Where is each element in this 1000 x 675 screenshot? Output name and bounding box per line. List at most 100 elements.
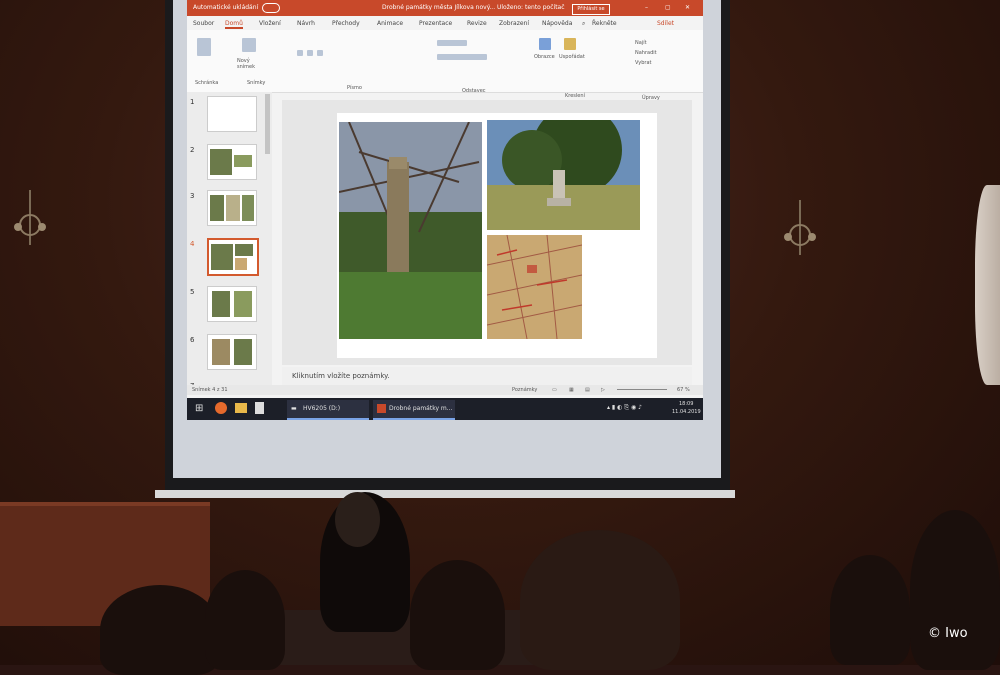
windows-start-icon[interactable]: ⊞ — [195, 403, 203, 414]
thumbnail-scrollbar[interactable] — [265, 94, 270, 154]
tab-slideshow[interactable]: Prezentace — [419, 20, 452, 27]
powerpoint-window: Automatické ukládání Drobné památky měst… — [187, 0, 703, 420]
presenter-head — [335, 492, 380, 547]
slide-thumbnail-2[interactable] — [207, 144, 257, 180]
photo-stone-monument[interactable] — [487, 120, 640, 230]
taskbar-powerpoint[interactable]: Drobné památky m... — [373, 400, 455, 420]
powerpoint-icon — [377, 404, 386, 413]
bold-icon[interactable] — [297, 50, 303, 56]
new-slide-label[interactable]: Nový snímek — [237, 58, 261, 70]
group-font: Písmo — [347, 85, 362, 91]
group-slides: Snímky — [247, 80, 266, 86]
firefox-icon[interactable] — [215, 402, 227, 414]
thumb-number: 4 — [190, 240, 195, 248]
tab-file[interactable]: Soubor — [193, 20, 214, 27]
tab-view[interactable]: Zobrazení — [499, 20, 529, 27]
current-slide[interactable] — [337, 113, 657, 358]
wall-lamp-left — [10, 185, 50, 255]
reading-view-icon[interactable]: ▤ — [585, 387, 590, 393]
minimize-icon[interactable]: – — [645, 4, 648, 11]
arrange-icon[interactable] — [564, 38, 576, 50]
tab-insert[interactable]: Vložení — [259, 20, 281, 27]
underline-icon[interactable] — [317, 50, 323, 56]
ribbon-tabs: Soubor Domů Vložení Návrh Přechody Anima… — [187, 16, 703, 30]
tab-transitions[interactable]: Přechody — [332, 20, 360, 27]
align-icon[interactable] — [437, 54, 487, 60]
tab-review[interactable]: Revize — [467, 20, 487, 27]
slide-thumbnail-4[interactable] — [207, 238, 259, 276]
group-drawing: Kreslení — [565, 93, 585, 99]
sign-in-button[interactable]: Přihlásit se — [572, 4, 610, 15]
autosave-label: Automatické ukládání — [193, 4, 259, 11]
tab-design[interactable]: Návrh — [297, 20, 315, 27]
projection-screen: Automatické ukládání Drobné památky měst… — [173, 0, 721, 478]
arrange-label[interactable]: Uspořádat — [559, 54, 585, 60]
screen-bottom-bar — [155, 490, 735, 498]
ribbon: Nový snímek Obrazce Uspořádat Najít Nahr… — [187, 30, 703, 101]
new-slide-icon[interactable] — [242, 38, 256, 52]
notes-placeholder: Kliknutím vložíte poznámky. — [292, 372, 390, 380]
copyright-watermark: © Iwo — [928, 626, 968, 641]
clock-time[interactable]: 18:09 — [679, 401, 693, 407]
shapes-icon[interactable] — [539, 38, 551, 50]
notes-button[interactable]: Poznámky — [512, 387, 537, 393]
share-label[interactable]: Sdílet — [657, 20, 674, 27]
windows-taskbar: ⊞ ▬ HV6205 (D:) Drobné památky m... ▴ ▮ … — [187, 398, 703, 420]
tab-help[interactable]: Nápověda — [542, 20, 572, 27]
slide-thumbnail-5[interactable] — [207, 286, 257, 322]
tab-tell-me[interactable]: Řekněte — [592, 20, 617, 27]
audience-head — [520, 530, 680, 670]
tab-animations[interactable]: Animace — [377, 20, 403, 27]
zoom-slider[interactable] — [617, 389, 667, 390]
document-icon[interactable] — [255, 402, 264, 414]
thumb-number: 5 — [190, 288, 195, 296]
sorter-view-icon[interactable]: ▦ — [569, 387, 574, 393]
audience-head — [910, 510, 1000, 670]
slide-thumbnail-pane: 1 2 3 4 5 6 7 — [187, 92, 272, 392]
group-paragraph: Odstavec — [462, 88, 486, 94]
normal-view-icon[interactable]: ▭ — [552, 387, 557, 393]
search-icon[interactable]: ⌕ — [582, 20, 585, 28]
notes-pane[interactable]: Kliknutím vložíte poznámky. — [282, 367, 692, 385]
photo-cross-in-bushes[interactable] — [339, 122, 482, 339]
saved-state: Uloženo: tento počítač — [497, 4, 565, 11]
drive-icon: ▬ — [291, 405, 297, 412]
audience-head — [205, 570, 285, 670]
file-explorer-icon[interactable] — [235, 403, 247, 413]
group-clipboard: Schránka — [195, 80, 219, 86]
slide-thumbnail-6[interactable] — [207, 334, 257, 370]
find-label[interactable]: Najít — [635, 40, 647, 46]
audience-head — [410, 560, 505, 670]
audience-head — [830, 555, 910, 665]
clock-date[interactable]: 11.04.2019 — [672, 409, 701, 415]
doc-title: Drobné památky města Jílkova nový... — [382, 4, 496, 11]
slide-thumbnail-3[interactable] — [207, 190, 257, 226]
statue — [975, 185, 1000, 385]
photo-cadastral-map[interactable] — [487, 235, 582, 339]
replace-label[interactable]: Nahradit — [635, 50, 657, 56]
status-bar: Snímek 4 z 31 Poznámky ▭ ▦ ▤ ▷ 67 % — [187, 385, 703, 395]
maximize-icon[interactable]: ▢ — [665, 4, 671, 11]
shapes-label[interactable]: Obrazce — [534, 54, 555, 60]
slide-counter: Snímek 4 z 31 — [192, 387, 228, 393]
wall-lamp-right — [780, 195, 820, 265]
tab-home[interactable]: Domů — [225, 20, 243, 29]
bullets-icon[interactable] — [437, 40, 467, 46]
zoom-level[interactable]: 67 % — [677, 387, 690, 393]
title-bar: Automatické ukládání Drobné památky měst… — [187, 0, 703, 16]
thumb-number: 2 — [190, 146, 195, 154]
thumb-number: 1 — [190, 98, 195, 106]
thumb-number: 3 — [190, 192, 195, 200]
tray-icons[interactable]: ▴ ▮ ◐ ⎘ ◉ ♪ — [607, 404, 642, 412]
drive-label: HV6205 (D:) — [303, 405, 341, 412]
slide-thumbnail-1[interactable] — [207, 96, 257, 132]
slideshow-icon[interactable]: ▷ — [601, 387, 605, 393]
italic-icon[interactable] — [307, 50, 313, 56]
paste-icon[interactable] — [197, 38, 211, 56]
powerpoint-label: Drobné památky m... — [389, 405, 453, 412]
taskbar-drive[interactable]: ▬ HV6205 (D:) — [287, 400, 369, 420]
close-icon[interactable]: ✕ — [685, 4, 690, 11]
thumb-number: 6 — [190, 336, 195, 344]
select-label[interactable]: Vybrat — [635, 60, 652, 66]
autosave-toggle-icon[interactable] — [262, 3, 280, 13]
